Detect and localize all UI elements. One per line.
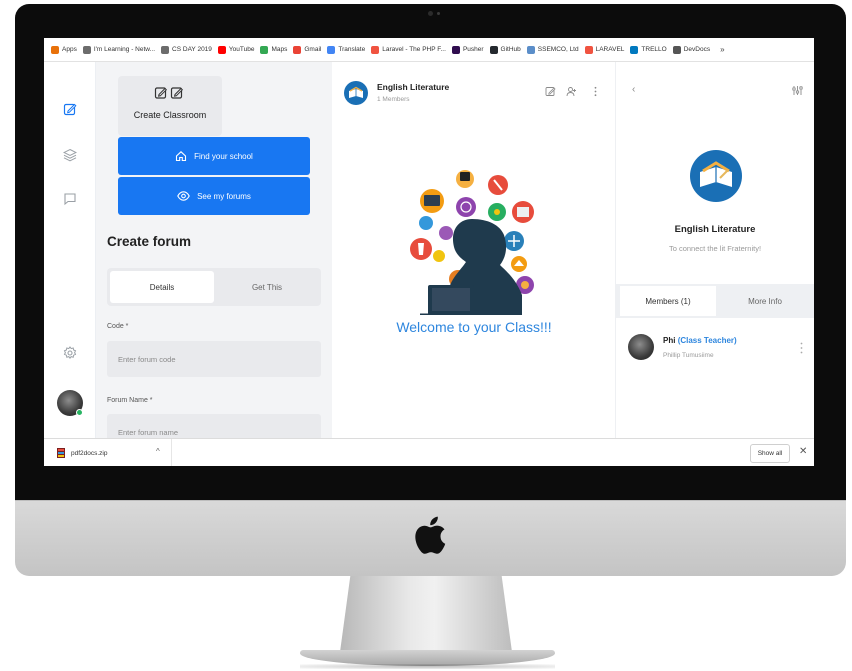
member-full-name: Phillip Tumusiime [663,352,714,359]
class-info-panel: ‹ English Literature To connect the lit … [616,62,814,438]
more-options-icon[interactable] [590,86,601,97]
bookmark-trello[interactable]: TRELLO [630,45,667,54]
devdocs-icon [672,45,681,54]
tab-details[interactable]: Details [110,271,214,303]
class-info-tabs: Members (1) More Info [616,284,814,318]
maps-pin-icon [260,45,269,54]
download-filename: pdf2docs.zip [71,449,108,457]
class-description: To connect the lit Fraternity! [668,244,762,253]
see-forums-button[interactable]: See my forums [118,177,310,215]
class-logo-icon [344,81,368,105]
forum-code-input[interactable] [107,341,321,377]
github-icon [489,45,498,54]
forum-form-tabs: Details Get This [107,268,321,306]
show-all-downloads-button[interactable]: Show all [750,444,790,463]
bookmark-icon [161,45,170,54]
class-feed: English Literature 1 Members Welcome to … [332,62,616,438]
imac-mockup: Apps I'm Learning - Netw... CS DAY 2019 … [0,0,852,671]
chat-icon[interactable] [63,192,77,206]
laravel-icon [371,45,380,54]
trello-icon [630,45,639,54]
create-classroom-label: Create Classroom [133,110,207,120]
screen: Apps I'm Learning - Netw... CS DAY 2019 … [44,38,814,466]
member-avatar [628,334,654,360]
online-status-dot [76,409,83,416]
app-window: Create Classroom Find your school See my… [44,62,814,438]
apps-grid-icon [51,45,59,54]
create-classroom-button[interactable]: Create Classroom [118,76,222,136]
more-bookmarks-button[interactable]: » [720,45,724,54]
back-chevron-icon[interactable]: ‹ [632,84,635,95]
bookmark-laravel[interactable]: LARAVEL [584,45,624,54]
member-more-icon[interactable] [800,342,803,354]
class-title: English Literature [377,82,450,92]
settings-gear-icon[interactable] [63,346,77,360]
bookmark-netacad[interactable]: I'm Learning - Netw... [82,45,155,54]
bookmark-apps[interactable]: Apps [51,45,77,54]
bookmark-maps[interactable]: Maps [260,45,287,54]
add-member-icon[interactable] [566,86,577,97]
ssemco-icon [526,45,535,54]
layers-icon[interactable] [63,148,77,162]
pusher-icon [451,45,460,54]
bookmark-laravel-php[interactable]: Laravel - The PHP F... [371,45,446,54]
stand-shadow [300,664,555,669]
download-options-chevron-icon[interactable]: ^ [156,447,160,456]
bookmark-pusher[interactable]: Pusher [451,45,484,54]
tab-members[interactable]: Members (1) [620,286,716,316]
find-school-label: Find your school [194,151,253,161]
camera [428,11,433,16]
download-item[interactable]: pdf2docs.zip ^ [44,439,172,466]
camera-light [437,12,440,15]
monitor-stand [340,576,512,652]
edit-icon[interactable] [545,86,556,97]
apple-logo-icon [415,516,446,554]
member-name: Phi (Class Teacher) [663,336,737,345]
forum-name-input[interactable] [107,414,321,438]
bookmark-ssemco[interactable]: SSEMCO, Ltd [526,45,579,54]
bookmark-youtube[interactable]: YouTube [217,45,254,54]
bookmark-cs-day[interactable]: CS DAY 2019 [161,45,212,54]
close-download-bar-icon[interactable]: ✕ [799,446,807,457]
student-learning-illustration [410,170,534,315]
laravel-icon [584,45,593,54]
tab-get-this[interactable]: Get This [217,271,317,303]
find-school-button[interactable]: Find your school [118,137,310,175]
class-name: English Literature [674,224,756,235]
bookmark-devdocs[interactable]: DevDocs [672,45,710,54]
see-forums-label: See my forums [197,191,251,201]
download-bar: pdf2docs.zip ^ Show all ✕ [44,438,814,466]
nav-rail [44,62,96,438]
eye-icon [177,191,190,201]
create-forum-heading: Create forum [107,234,192,249]
member-role: (Class Teacher) [677,336,737,345]
double-edit-icon [154,87,184,99]
class-member-count: 1 Members [377,96,410,103]
bookmark-icon [82,45,91,54]
home-icon [176,151,187,162]
tab-more-info[interactable]: More Info [720,286,810,316]
forum-panel: Create Classroom Find your school See my… [96,62,332,438]
youtube-icon [217,45,226,54]
welcome-message: Welcome to your Class!!! [396,319,552,335]
bookmark-translate[interactable]: Translate [327,45,365,54]
bookmark-github[interactable]: GitHub [489,45,521,54]
zip-file-icon [57,448,65,458]
filter-sliders-icon[interactable] [792,85,803,96]
gmail-icon [293,45,302,54]
bookmarks-bar: Apps I'm Learning - Netw... CS DAY 2019 … [44,38,814,62]
translate-icon [327,45,336,54]
edit-icon[interactable] [63,102,77,116]
forum-name-label: Forum Name * [107,397,153,404]
class-logo-large-icon [690,150,742,202]
member-list-item[interactable]: Phi (Class Teacher) Phillip Tumusiime [616,326,814,366]
code-label: Code * [107,323,129,330]
bookmark-gmail[interactable]: Gmail [293,45,321,54]
